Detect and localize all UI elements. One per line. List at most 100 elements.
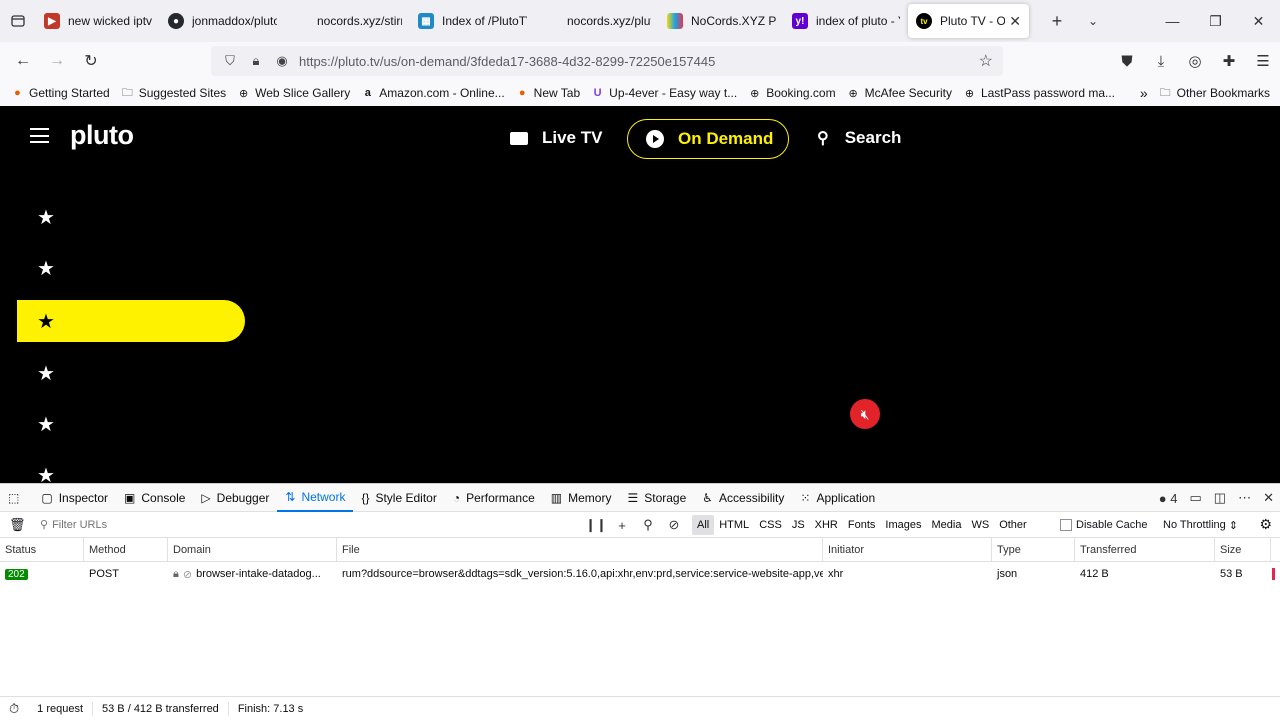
tab-accessibility[interactable]: ♿︎ Accessibility: [694, 484, 792, 512]
other-bookmarks[interactable]: 🗀 Other Bookmarks: [1158, 86, 1270, 101]
bookmark-item[interactable]: ● Getting Started: [10, 86, 110, 101]
url-bar[interactable]: ⛉ 🔒︎ ◉ https://pluto.tv/us/on-demand/3fd…: [211, 46, 1003, 76]
extensions-icon[interactable]: ✚: [1212, 46, 1246, 76]
filter-fonts[interactable]: Fonts: [843, 515, 881, 535]
browser-tab[interactable]: ▦ Index of /PlutoTV: [410, 4, 535, 38]
minimize-icon[interactable]: —: [1151, 0, 1194, 42]
menu-icon[interactable]: ☰: [1246, 46, 1280, 76]
filter-all[interactable]: All: [692, 515, 715, 535]
pause-icon[interactable]: ❙❙: [583, 517, 609, 533]
browser-tab-active[interactable]: tv Pluto TV - On ✕: [908, 4, 1029, 38]
element-picker-icon[interactable]: ⬚: [0, 484, 33, 512]
nav-on-demand[interactable]: On Demand: [627, 119, 789, 159]
error-count-badge[interactable]: ● 4: [1159, 491, 1178, 506]
tab-inspector[interactable]: ▢ Inspector: [33, 484, 116, 512]
pocket-icon[interactable]: ⛊: [1110, 46, 1144, 76]
trash-icon[interactable]: 🗑︎: [9, 517, 26, 533]
col-header-transferred[interactable]: Transferred: [1075, 538, 1215, 562]
shield-icon[interactable]: ⛉: [219, 50, 241, 72]
browser-tab[interactable]: nocords.xyz/stirr/pla: [285, 4, 410, 38]
col-header-type[interactable]: Type: [992, 538, 1075, 562]
browser-tab[interactable]: ▶ new wicked iptv: [36, 4, 160, 38]
sidebar-star-icon[interactable]: ★: [37, 415, 55, 435]
hamburger-menu-icon[interactable]: [30, 128, 49, 143]
sidebar-star-icon[interactable]: ★: [37, 466, 55, 483]
tab-list-button[interactable]: [0, 0, 36, 42]
filter-css[interactable]: CSS: [754, 515, 787, 535]
table-row[interactable]: 202 POST 🔒︎ ⊘ browser-intake-datadog... ru…: [0, 562, 1280, 586]
filter-other[interactable]: Other: [994, 515, 1032, 535]
restore-icon[interactable]: ❐: [1194, 0, 1237, 42]
bookmark-item[interactable]: a Amazon.com - Online...: [360, 86, 505, 101]
tab-performance[interactable]: ◔ Performance: [445, 484, 543, 512]
nav-search[interactable]: ⚲ Search: [817, 128, 901, 148]
tab-console[interactable]: ▣ Console: [116, 484, 193, 512]
col-header-initiator[interactable]: Initiator: [823, 538, 992, 562]
throttling-select[interactable]: No Throttling ⇕: [1163, 512, 1238, 538]
tab-memory[interactable]: ▥ Memory: [543, 484, 620, 512]
muted-speaker-icon[interactable]: 🔇︎: [850, 399, 880, 429]
account-icon[interactable]: ◎: [1178, 46, 1212, 76]
tab-debugger[interactable]: ▷ Debugger: [193, 484, 277, 512]
chevron-double-right-icon[interactable]: »: [1140, 85, 1148, 101]
tab-style-editor[interactable]: {} Style Editor: [353, 484, 444, 512]
more-options-icon[interactable]: ⋯: [1238, 490, 1251, 506]
stopwatch-icon[interactable]: ⏱︎: [0, 701, 28, 717]
bookmark-item[interactable]: ⊕ LastPass password ma...: [962, 86, 1115, 101]
col-header-method[interactable]: Method: [84, 538, 168, 562]
new-tab-plus-icon[interactable]: +: [1039, 11, 1075, 32]
tab-application[interactable]: ⁙ Application: [792, 484, 883, 512]
filter-xhr[interactable]: XHR: [810, 515, 843, 535]
bookmark-item[interactable]: ● New Tab: [515, 86, 580, 101]
tab-network[interactable]: ⇅ Network: [277, 484, 354, 512]
dock-icon[interactable]: ◫: [1214, 490, 1226, 506]
back-arrow-icon[interactable]: ←: [6, 46, 40, 76]
responsive-design-icon[interactable]: ▭: [1190, 490, 1202, 506]
block-icon[interactable]: ⊘: [661, 517, 687, 533]
close-devtools-icon[interactable]: ✕: [1263, 490, 1274, 506]
col-header-file[interactable]: File: [337, 538, 823, 562]
bookmark-item[interactable]: 🗀 Suggested Sites: [120, 86, 226, 101]
tab-storage[interactable]: ☰ Storage: [619, 484, 694, 512]
up4ever-icon: U: [593, 87, 602, 99]
nav-live-tv[interactable]: Live TV: [510, 128, 602, 148]
add-request-icon[interactable]: +: [609, 518, 635, 533]
filter-images[interactable]: Images: [880, 515, 926, 535]
col-header-size[interactable]: Size: [1215, 538, 1271, 562]
browser-tab[interactable]: y! index of pluto - Y: [784, 4, 908, 38]
lock-icon[interactable]: 🔒︎: [245, 50, 267, 72]
col-header-status[interactable]: Status: [0, 538, 84, 562]
search-icon[interactable]: ⚲: [635, 517, 661, 533]
bookmark-item[interactable]: ⊕ Booking.com: [747, 86, 835, 101]
filter-html[interactable]: HTML: [714, 515, 754, 535]
sidebar-star-icon[interactable]: ★: [37, 208, 55, 228]
chevron-down-icon[interactable]: ⌄: [1075, 14, 1111, 28]
bookmark-star-icon[interactable]: ☆: [979, 51, 993, 71]
filter-media[interactable]: Media: [926, 515, 966, 535]
filter-ws[interactable]: WS: [966, 515, 994, 535]
downloads-icon[interactable]: ⤓: [1144, 46, 1178, 76]
gear-icon[interactable]: ⚙: [1259, 516, 1272, 533]
close-tab-icon[interactable]: ✕: [1009, 13, 1021, 30]
col-header-domain[interactable]: Domain: [168, 538, 337, 562]
sidebar-star-icon[interactable]: ★: [37, 259, 55, 279]
sidebar-star-icon[interactable]: ★: [37, 364, 55, 384]
permissions-icon[interactable]: ◉: [271, 50, 293, 72]
filter-js[interactable]: JS: [787, 515, 810, 535]
pluto-logo[interactable]: pluto: [70, 120, 134, 151]
forward-arrow-icon[interactable]: →: [40, 46, 74, 76]
browser-tab[interactable]: ● jonmaddox/pluto: [160, 4, 285, 38]
bookmark-item[interactable]: ⊕ Web Slice Gallery: [236, 86, 350, 101]
tab-title: new wicked iptv: [68, 14, 152, 28]
disable-cache-checkbox[interactable]: Disable Cache: [1060, 512, 1148, 538]
table-header: Status Method Domain File Initiator Type…: [0, 538, 1280, 562]
filter-urls-input[interactable]: ⚲ Filter URLs: [40, 518, 107, 532]
bookmark-item[interactable]: U Up-4ever - Easy way t...: [590, 86, 738, 101]
browser-tab[interactable]: nocords.xyz/pluto/pl: [535, 4, 659, 38]
window-close-icon[interactable]: ✕: [1237, 0, 1280, 42]
url-text[interactable]: https://pluto.tv/us/on-demand/3fdeda17-3…: [299, 54, 715, 69]
reload-icon[interactable]: ↻: [74, 46, 108, 76]
browser-tab[interactable]: NoCords.XYZ Plu: [659, 4, 784, 38]
bookmark-item[interactable]: ⊕ McAfee Security: [846, 86, 951, 101]
sidebar-item-active[interactable]: ★: [17, 300, 245, 342]
